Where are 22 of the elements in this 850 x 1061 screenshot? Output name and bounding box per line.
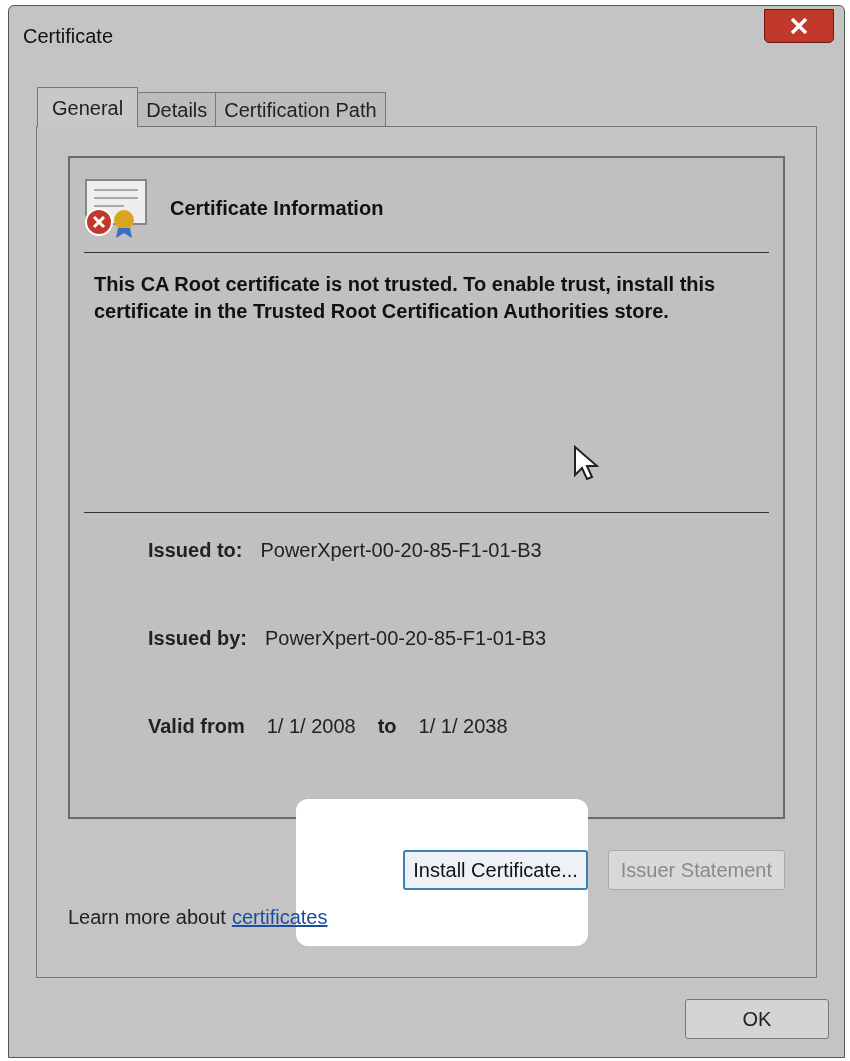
learn-more-text: Learn more about (68, 905, 226, 930)
section-heading: Certificate Information (170, 196, 384, 221)
trust-message: This CA Root certificate is not trusted. To enable trust, install this certificate in the Trusted Root Certification Authorities store. (93, 272, 717, 324)
tab[interactable]: Certification Path (216, 92, 386, 126)
ok-button[interactable]: OK (685, 999, 829, 1039)
certificate-icon (84, 178, 150, 238)
field-label: Issued to: (148, 538, 243, 563)
field-value: 1/ 1/ 2008 (266, 714, 356, 739)
tab[interactable]: Details (138, 92, 217, 126)
field-label: to (377, 714, 397, 739)
dialog-button[interactable]: Install Certificate... (403, 850, 588, 890)
tab[interactable]: General (37, 87, 139, 127)
close-icon (790, 18, 808, 34)
window-title: Certificate (23, 24, 114, 49)
certificates-link[interactable]: certificates (231, 902, 328, 932)
field-value: PowerXpert-00-20-85-F1-01-B3 (264, 626, 547, 651)
field-value: PowerXpert-00-20-85-F1-01-B3 (260, 538, 542, 563)
field-label: Valid from (148, 714, 245, 739)
cursor-icon (573, 445, 599, 481)
field-value: 1/ 1/ 2038 (418, 714, 508, 739)
field-label: Issued by: (148, 626, 247, 651)
close-button[interactable] (764, 9, 834, 43)
